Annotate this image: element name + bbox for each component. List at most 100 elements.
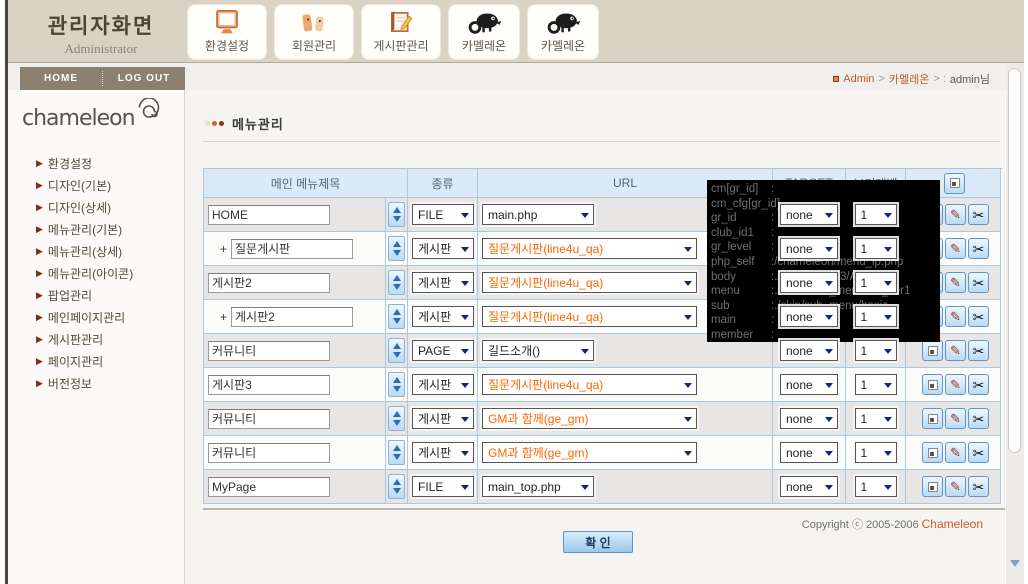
target-select[interactable]: none	[780, 238, 838, 259]
nav-tile-1[interactable]: 회원관리	[274, 4, 354, 60]
edit-button[interactable]: ✎	[945, 374, 966, 395]
edit-button[interactable]: ✎	[945, 408, 966, 429]
edit-button[interactable]: ✎	[945, 204, 966, 225]
menu-title-input[interactable]	[208, 273, 330, 293]
sort-order-spinner[interactable]	[388, 270, 405, 295]
cut-button[interactable]: ✂	[968, 204, 989, 225]
type-select[interactable]: PAGE	[412, 340, 474, 361]
sidebar-item-8[interactable]: ▶게시판관리	[8, 328, 184, 350]
cut-button[interactable]: ✂	[968, 476, 989, 497]
cut-button[interactable]: ✂	[968, 272, 989, 293]
cut-button[interactable]: ✂	[968, 238, 989, 259]
type-select[interactable]: 게시판	[412, 238, 474, 259]
type-select[interactable]: 게시판	[412, 272, 474, 293]
sidebar-item-1[interactable]: ▶디자인(기본)	[8, 174, 184, 196]
target-select[interactable]: none	[780, 408, 838, 429]
level-select[interactable]: 1	[855, 204, 897, 225]
insert-button[interactable]	[922, 476, 943, 497]
sidebar-item-4[interactable]: ▶메뉴관리(상세)	[8, 240, 184, 262]
url-select[interactable]: 질문게시판(line4u_qa)	[482, 374, 697, 395]
target-select[interactable]: none	[780, 204, 838, 225]
edit-button[interactable]: ✎	[945, 238, 966, 259]
menu-title-input[interactable]	[208, 409, 330, 429]
sidebar-item-10[interactable]: ▶버전정보	[8, 372, 184, 394]
target-select[interactable]: none	[780, 306, 838, 327]
cut-button[interactable]: ✂	[968, 408, 989, 429]
target-select[interactable]: none	[780, 442, 838, 463]
scroll-down-icon[interactable]	[1010, 560, 1020, 567]
level-select[interactable]: 1	[855, 374, 897, 395]
cut-button[interactable]: ✂	[968, 340, 989, 361]
scrollbar[interactable]	[1006, 63, 1024, 584]
url-select[interactable]: main.php	[482, 204, 594, 225]
level-select[interactable]: 1	[855, 442, 897, 463]
sort-order-spinner[interactable]	[388, 474, 405, 499]
level-select[interactable]: 1	[855, 340, 897, 361]
menu-title-input[interactable]	[208, 375, 330, 395]
type-select[interactable]: 게시판	[412, 442, 474, 463]
menu-title-input[interactable]	[208, 205, 330, 225]
url-select[interactable]: GM과 함께(ge_gm)	[482, 408, 697, 429]
sidebar-item-9[interactable]: ▶페이지관리	[8, 350, 184, 372]
target-select[interactable]: none	[780, 340, 838, 361]
level-select[interactable]: 1	[855, 306, 897, 327]
type-select[interactable]: 게시판	[412, 306, 474, 327]
cut-button[interactable]: ✂	[968, 306, 989, 327]
breadcrumb-admin[interactable]: Admin	[843, 73, 874, 85]
menu-title-input[interactable]	[208, 341, 330, 361]
insert-button[interactable]	[922, 340, 943, 361]
menu-title-input[interactable]	[208, 477, 330, 497]
sidebar-item-0[interactable]: ▶환경설정	[8, 152, 184, 174]
sort-order-spinner[interactable]	[388, 406, 405, 431]
insert-button[interactable]	[944, 173, 965, 194]
url-select[interactable]: 길드소개()	[482, 340, 594, 361]
insert-button[interactable]	[922, 408, 943, 429]
sidebar-item-3[interactable]: ▶메뉴관리(기본)	[8, 218, 184, 240]
confirm-button[interactable]: 확 인	[563, 531, 633, 553]
sidebar-item-2[interactable]: ▶디자인(상세)	[8, 196, 184, 218]
copyright-brand-link[interactable]: Chameleon	[922, 517, 983, 531]
level-select[interactable]: 1	[855, 238, 897, 259]
sort-order-spinner[interactable]	[388, 202, 405, 227]
target-select[interactable]: none	[780, 374, 838, 395]
nav-tile-2[interactable]: 게시판관리	[361, 4, 441, 60]
sort-order-spinner[interactable]	[388, 372, 405, 397]
menu-title-input[interactable]	[208, 443, 330, 463]
scrollbar-thumb[interactable]	[1008, 68, 1021, 453]
cut-button[interactable]: ✂	[968, 374, 989, 395]
url-select[interactable]: 질문게시판(line4u_qa)	[482, 238, 697, 259]
sort-order-spinner[interactable]	[388, 338, 405, 363]
logout-button[interactable]: LOG OUT	[103, 73, 185, 84]
level-select[interactable]: 1	[855, 272, 897, 293]
breadcrumb-chameleon[interactable]: 카멜레온	[889, 71, 929, 87]
nav-tile-4[interactable]: 카멜레온	[527, 4, 599, 60]
sort-order-spinner[interactable]	[388, 440, 405, 465]
menu-title-input[interactable]	[231, 307, 353, 327]
url-select[interactable]: main_top.php	[482, 476, 594, 497]
target-select[interactable]: none	[780, 272, 838, 293]
sidebar-item-6[interactable]: ▶팝업관리	[8, 284, 184, 306]
menu-title-input[interactable]	[231, 239, 353, 259]
sort-order-spinner[interactable]	[388, 236, 405, 261]
insert-button[interactable]	[922, 374, 943, 395]
target-select[interactable]: none	[780, 476, 838, 497]
sort-order-spinner[interactable]	[388, 304, 405, 329]
home-button[interactable]: HOME	[20, 73, 102, 84]
edit-button[interactable]: ✎	[945, 442, 966, 463]
type-select[interactable]: FILE	[412, 476, 474, 497]
type-select[interactable]: 게시판	[412, 374, 474, 395]
edit-button[interactable]: ✎	[945, 340, 966, 361]
nav-tile-0[interactable]: 환경설정	[187, 4, 267, 60]
cut-button[interactable]: ✂	[968, 442, 989, 463]
insert-button[interactable]	[922, 442, 943, 463]
url-select[interactable]: 질문게시판(line4u_qa)	[482, 306, 697, 327]
type-select[interactable]: FILE	[412, 204, 474, 225]
type-select[interactable]: 게시판	[412, 408, 474, 429]
url-select[interactable]: GM과 함께(ge_gm)	[482, 442, 697, 463]
edit-button[interactable]: ✎	[945, 272, 966, 293]
edit-button[interactable]: ✎	[945, 476, 966, 497]
level-select[interactable]: 1	[855, 408, 897, 429]
nav-tile-3[interactable]: 카멜레온	[448, 4, 520, 60]
url-select[interactable]: 질문게시판(line4u_qa)	[482, 272, 697, 293]
sidebar-item-5[interactable]: ▶메뉴관리(아이콘)	[8, 262, 184, 284]
